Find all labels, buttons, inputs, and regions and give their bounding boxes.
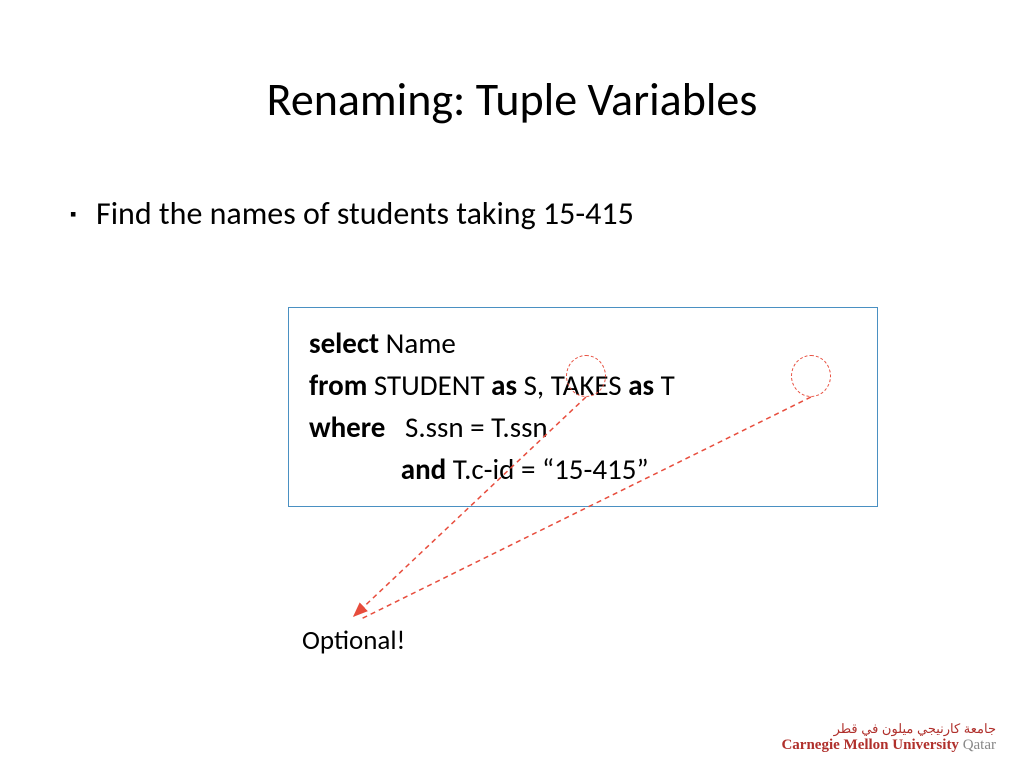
slide: Renaming: Tuple Variables ▪ Find the name… (0, 0, 1024, 768)
optional-label: Optional! (302, 624, 405, 657)
logo-arabic-text: جامعة كارنيجي ميلون في قطر (781, 721, 996, 737)
sql-code-box: select Name from STUDENT as S, TAKES as … (288, 307, 878, 507)
code-line-3: where S.ssn = T.ssn (309, 406, 857, 448)
code-line-2: from STUDENT as S, TAKES as T (309, 364, 857, 406)
bullet-item: ▪ Find the names of students taking 15-41… (70, 194, 634, 233)
bullet-text: Find the names of students taking 15-415 (96, 194, 634, 233)
bullet-marker: ▪ (70, 203, 84, 225)
code-line-1: select Name (309, 322, 857, 364)
university-logo: جامعة كارنيجي ميلون في قطر Carnegie Mell… (781, 721, 996, 754)
code-line-4: and T.c-id = “15-415” (309, 448, 857, 490)
logo-english-text: Carnegie Mellon University Qatar (781, 737, 996, 754)
slide-title: Renaming: Tuple Variables (0, 72, 1024, 128)
